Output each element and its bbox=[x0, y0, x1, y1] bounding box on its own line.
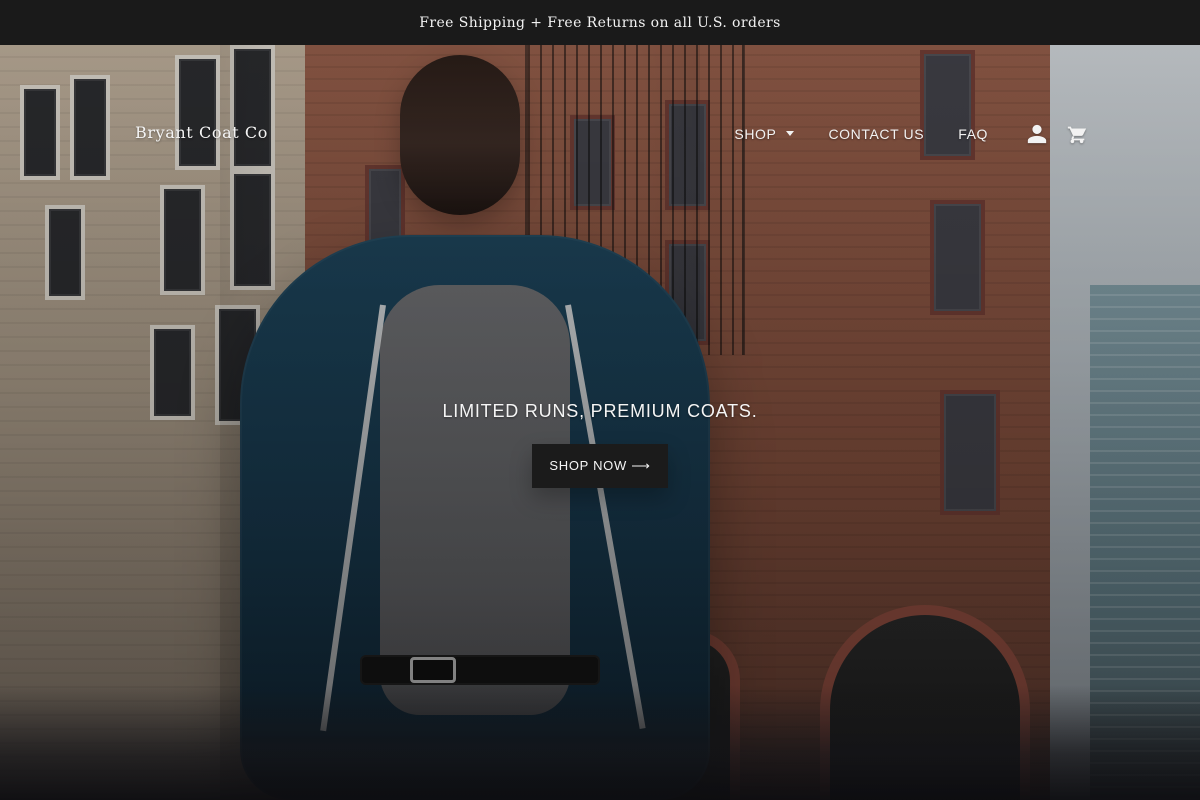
shop-now-label: SHOP NOW ⟶ bbox=[549, 458, 651, 473]
nav-faq[interactable]: FAQ bbox=[958, 126, 988, 142]
nav-shop-label: SHOP bbox=[734, 126, 777, 142]
cart-icon[interactable] bbox=[1066, 123, 1088, 145]
nav-contact-us-label: CONTACT US bbox=[828, 126, 925, 142]
hero-banner: Bryant Coat Co SHOP CONTACT US FAQ LIMIT… bbox=[0, 45, 1200, 800]
hero-headline: LIMITED RUNS, PREMIUM COATS. bbox=[442, 401, 758, 421]
nav-shop[interactable]: SHOP bbox=[734, 126, 795, 142]
announcement-text: Free Shipping + Free Returns on all U.S.… bbox=[419, 14, 781, 31]
brand-name: Bryant Coat Co bbox=[135, 123, 269, 142]
nav-icons bbox=[1026, 123, 1088, 145]
announcement-bar: Free Shipping + Free Returns on all U.S.… bbox=[0, 0, 1200, 45]
top-nav: SHOP CONTACT US FAQ bbox=[734, 123, 1088, 145]
nav-contact-us[interactable]: CONTACT US bbox=[828, 126, 924, 142]
brand-logo[interactable]: Bryant Coat Co bbox=[135, 123, 268, 142]
shop-now-button[interactable]: SHOP NOW ⟶ bbox=[532, 444, 668, 488]
nav-faq-label: FAQ bbox=[958, 126, 988, 142]
hero-tint bbox=[0, 45, 1200, 800]
chevron-down-icon bbox=[786, 130, 795, 136]
account-icon[interactable] bbox=[1026, 123, 1048, 145]
